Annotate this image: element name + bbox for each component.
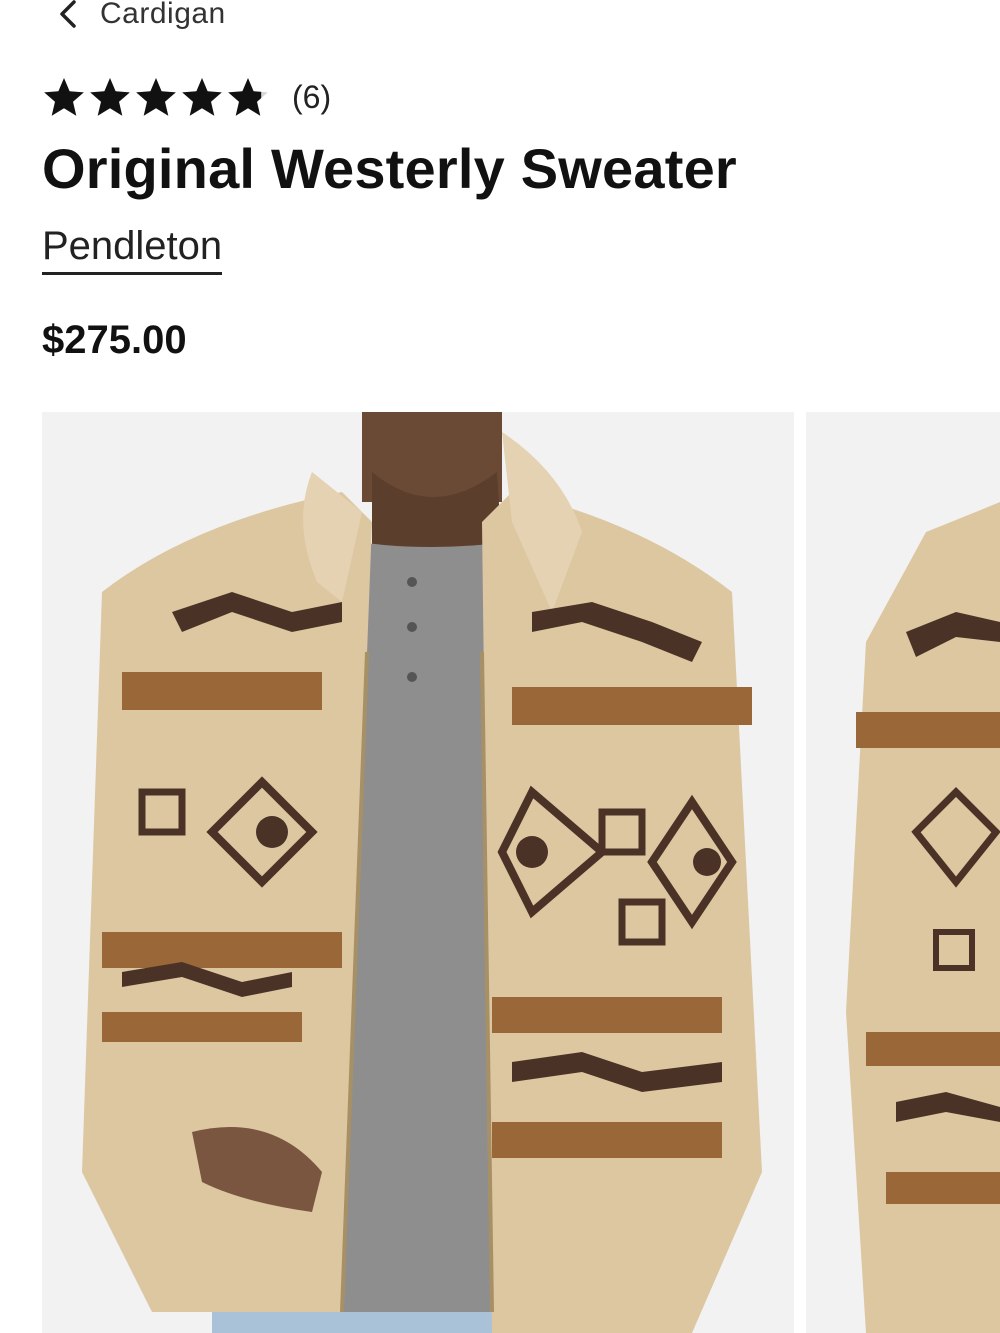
review-count: (6) <box>292 78 332 115</box>
back-link[interactable]: Cardigan <box>56 0 226 36</box>
product-price: $275.00 <box>42 318 187 362</box>
product-image-carousel[interactable] <box>42 412 1000 1333</box>
star-icon <box>228 78 268 116</box>
back-link-label: Cardigan <box>100 0 226 30</box>
star-icon <box>44 78 84 116</box>
star-icon <box>182 78 222 116</box>
chevron-left-icon <box>56 0 80 29</box>
star-icon <box>90 78 130 116</box>
star-rating <box>42 75 270 119</box>
star-icon <box>136 78 176 116</box>
product-image-secondary[interactable] <box>806 412 1000 1333</box>
rating-summary[interactable]: (6) <box>42 74 331 120</box>
product-image-main[interactable] <box>42 412 794 1333</box>
brand-link[interactable]: Pendleton <box>42 222 223 275</box>
product-title: Original Westerly Sweater <box>42 137 737 200</box>
